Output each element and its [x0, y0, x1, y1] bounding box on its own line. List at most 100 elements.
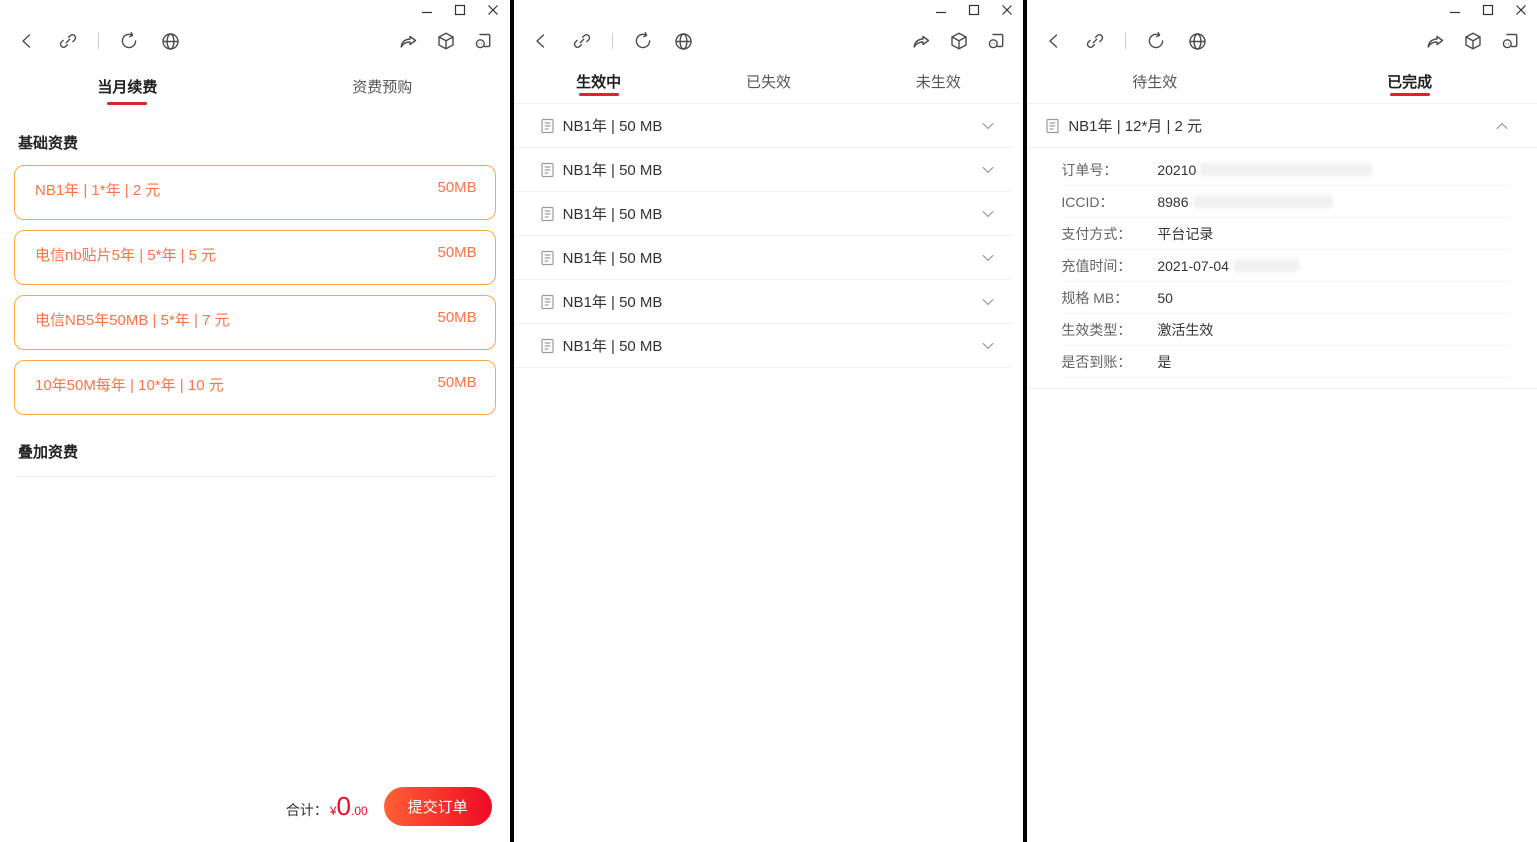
close-icon[interactable] — [487, 3, 500, 16]
fee-card[interactable]: 电信nb贴片5年 | 5*年 | 5 元 50MB — [14, 230, 496, 285]
globe-icon[interactable] — [159, 30, 181, 52]
share-icon[interactable] — [911, 30, 933, 52]
fee-card-title: 电信nb贴片5年 | 5*年 | 5 元 — [35, 247, 217, 264]
plan-list-item[interactable]: NB1年 | 50 MB — [513, 148, 1012, 192]
plan-list-item[interactable]: NB1年 | 50 MB — [513, 192, 1012, 236]
maximize-icon[interactable] — [1481, 3, 1494, 16]
plan-item-title: NB1年 | 50 MB — [562, 206, 663, 223]
tab-label: 已失效 — [746, 74, 792, 91]
plan-list-item[interactable]: NB1年 | 50 MB — [513, 236, 1012, 280]
refresh-icon[interactable] — [632, 30, 654, 52]
chevron-down-icon[interactable] — [979, 293, 997, 311]
titlebar — [0, 0, 510, 22]
tab-not-effective[interactable]: 未生效 — [853, 60, 1023, 103]
share-icon[interactable] — [398, 30, 420, 52]
redacted-text — [1192, 195, 1333, 208]
tab-label: 已完成 — [1387, 74, 1433, 91]
plan-item-title: NB1年 | 50 MB — [562, 338, 663, 355]
toolbar — [1027, 22, 1537, 60]
window-plan-status: 生效中 已失效 未生效 NB1年 | 50 MB NB1年 | 50 MB NB… — [513, 0, 1024, 842]
titlebar — [514, 0, 1024, 22]
detail-row-credited: 是否到账： 是 — [1061, 346, 1510, 378]
submit-order-button[interactable]: 提交订单 — [383, 786, 492, 826]
fee-card[interactable]: NB1年 | 1*年 | 2 元 50MB — [14, 165, 496, 220]
detail-label: 充值时间： — [1061, 257, 1132, 274]
tab-label: 未生效 — [915, 74, 961, 91]
link-icon[interactable] — [571, 30, 593, 52]
share-icon[interactable] — [1425, 30, 1447, 52]
back-icon[interactable] — [16, 30, 38, 52]
order-item-header[interactable]: NB1年 | 12*月 | 2 元 — [1027, 104, 1537, 148]
tab-fee-prepurchase[interactable]: 资费预购 — [255, 60, 510, 112]
total-decimal: .00 — [350, 803, 368, 818]
globe-icon[interactable] — [673, 30, 695, 52]
plan-list-item[interactable]: NB1年 | 50 MB — [513, 104, 1012, 148]
chevron-down-icon[interactable] — [979, 249, 997, 267]
tab-current-month-renew[interactable]: 当月续费 — [0, 60, 255, 112]
package-icon[interactable] — [948, 30, 970, 52]
chevron-down-icon[interactable] — [979, 117, 997, 135]
back-icon[interactable] — [1043, 30, 1065, 52]
close-icon[interactable] — [1000, 3, 1013, 16]
plugin-icon[interactable] — [472, 30, 494, 52]
plugin-icon[interactable] — [985, 30, 1007, 52]
tab-completed[interactable]: 已完成 — [1282, 60, 1537, 103]
tabbar-status: 生效中 已失效 未生效 — [513, 60, 1024, 104]
plan-item-title: NB1年 | 50 MB — [562, 294, 663, 311]
fee-card[interactable]: 电信NB5年50MB | 5*年 | 7 元 50MB — [14, 295, 496, 350]
currency-symbol: ¥ — [329, 803, 337, 818]
chevron-down-icon[interactable] — [979, 337, 997, 355]
detail-value: 8986 — [1157, 194, 1333, 210]
tab-pending-effective[interactable]: 待生效 — [1027, 60, 1282, 103]
chevron-down-icon[interactable] — [979, 161, 997, 179]
chevron-down-icon[interactable] — [979, 205, 997, 223]
toolbar-divider — [611, 33, 613, 49]
document-icon — [540, 162, 555, 178]
back-icon[interactable] — [530, 30, 552, 52]
redacted-text — [1200, 163, 1373, 176]
tab-expired[interactable]: 已失效 — [684, 60, 854, 103]
tab-effective[interactable]: 生效中 — [514, 60, 684, 103]
tab-label: 生效中 — [576, 74, 622, 91]
plugin-icon[interactable] — [1499, 30, 1521, 52]
total-amount: 合计： ¥ 0 .00 — [286, 793, 368, 820]
detail-row-iccid: ICCID： 8986 — [1061, 186, 1510, 218]
detail-row-recharge-time: 充值时间： 2021-07-04 — [1061, 250, 1510, 282]
fee-card-spec: 50MB — [437, 244, 477, 261]
close-icon[interactable] — [1514, 3, 1527, 16]
minimize-icon[interactable] — [421, 3, 434, 16]
refresh-icon[interactable] — [1145, 30, 1167, 52]
tabbar-orders: 待生效 已完成 — [1027, 60, 1537, 104]
details-bottom-divider — [1027, 388, 1537, 389]
globe-icon[interactable] — [1186, 30, 1208, 52]
plan-list-item[interactable]: NB1年 | 50 MB — [513, 280, 1012, 324]
total-integer: 0 — [336, 790, 351, 821]
detail-label: 是否到账： — [1061, 353, 1132, 370]
detail-row-effective-type: 生效类型： 激活生效 — [1061, 314, 1510, 346]
package-icon[interactable] — [1462, 30, 1484, 52]
package-icon[interactable] — [435, 30, 457, 52]
redacted-text — [1232, 259, 1299, 272]
refresh-icon[interactable] — [118, 30, 140, 52]
minimize-icon[interactable] — [934, 3, 947, 16]
toolbar — [0, 22, 510, 60]
plan-list-item[interactable]: NB1年 | 50 MB — [513, 324, 1012, 368]
detail-value: 20210 — [1157, 162, 1373, 178]
detail-value: 是 — [1157, 353, 1172, 370]
order-details: 订单号： 20210 ICCID： 8986 支付方式： 平台记录 充值时间： … — [1027, 148, 1537, 389]
fee-card[interactable]: 10年50M每年 | 10*年 | 10 元 50MB — [14, 360, 496, 415]
document-icon — [1045, 118, 1060, 134]
link-icon[interactable] — [57, 30, 79, 52]
link-icon[interactable] — [1084, 30, 1106, 52]
order-item-title: NB1年 | 12*月 | 2 元 — [1068, 118, 1203, 135]
maximize-icon[interactable] — [454, 3, 467, 16]
detail-label: 规格 MB： — [1061, 289, 1129, 306]
section-title-basic-fee: 基础资费 — [18, 135, 79, 152]
fee-card-title: 10年50M每年 | 10*年 | 10 元 — [35, 377, 224, 394]
chevron-up-icon[interactable] — [1493, 117, 1511, 135]
document-icon — [540, 206, 555, 222]
toolbar — [514, 22, 1024, 60]
minimize-icon[interactable] — [1448, 3, 1461, 16]
detail-row-spec-mb: 规格 MB： 50 — [1061, 282, 1510, 314]
maximize-icon[interactable] — [967, 3, 980, 16]
